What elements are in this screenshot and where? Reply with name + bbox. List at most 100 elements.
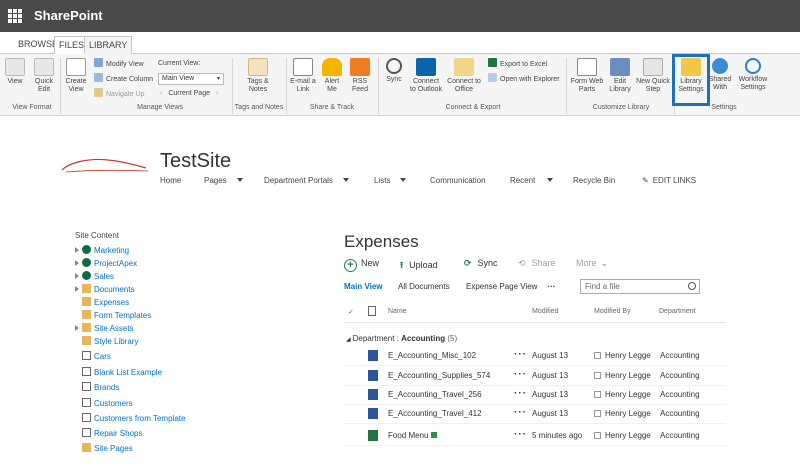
- leftnav-item-expenses[interactable]: Expenses: [82, 297, 129, 309]
- row-modified-by[interactable]: Henry Legge: [594, 409, 651, 418]
- find-file-search[interactable]: Find a file: [580, 279, 700, 294]
- nav-department-portals[interactable]: Department Portals: [264, 176, 349, 185]
- connect-outlook-button[interactable]: Connect to Outlook: [410, 58, 442, 94]
- column-modified[interactable]: Modified: [532, 308, 558, 315]
- more-command[interactable]: More ⌄: [576, 258, 608, 272]
- leftnav-item-site-pages[interactable]: Site Pages: [82, 443, 133, 455]
- list-icon: [82, 428, 91, 437]
- leftnav-item-marketing[interactable]: Marketing: [75, 245, 129, 257]
- nav-edit-links[interactable]: ✎ EDIT LINKS: [642, 176, 696, 185]
- current-page-pager[interactable]: ‹ Current Page ›: [160, 88, 218, 100]
- leftnav-item-projectapex[interactable]: ProjectApex: [75, 258, 137, 270]
- row-modified-by[interactable]: Henry Legge: [594, 431, 651, 440]
- expand-arrow-icon[interactable]: [75, 325, 79, 331]
- leftnav-item-documents[interactable]: Documents: [75, 284, 134, 296]
- tags-notes-button[interactable]: Tags & Notes: [244, 58, 272, 94]
- leftnav-item-site-assets[interactable]: Site Assets: [75, 323, 134, 335]
- sync-command[interactable]: ⟳ Sync: [464, 258, 498, 272]
- modify-view-button[interactable]: Modify View: [94, 58, 144, 70]
- new-quick-step-button[interactable]: New Quick Step: [636, 58, 670, 94]
- row-file-name[interactable]: E_Accounting_Travel_412: [388, 409, 482, 418]
- table-row[interactable]: E_Accounting_Supplies_574 ··· August 13 …: [344, 368, 726, 386]
- leftnav-item-customers-from-template[interactable]: Customers from Template: [82, 413, 185, 425]
- leftnav-item-blank-list-example[interactable]: Blank List Example: [82, 367, 162, 379]
- row-modified-by[interactable]: Henry Legge: [594, 371, 651, 380]
- new-command[interactable]: + New: [344, 258, 379, 272]
- create-view-button[interactable]: Create View: [64, 58, 88, 94]
- edit-library-button[interactable]: Edit Library: [606, 58, 634, 94]
- row-modified-by[interactable]: Henry Legge: [594, 351, 651, 360]
- expand-arrow-icon[interactable]: [75, 286, 79, 292]
- upload-command[interactable]: ⭱ Upload: [400, 258, 438, 272]
- column-department[interactable]: Department: [659, 308, 696, 315]
- list-title[interactable]: Expenses: [344, 232, 419, 252]
- navigate-up-button[interactable]: Navigate Up: [94, 88, 145, 100]
- sync-ribbon-button[interactable]: Sync: [382, 58, 406, 84]
- app-launcher-icon[interactable]: [8, 9, 22, 23]
- row-file-name[interactable]: E_Accounting_Travel_256: [388, 390, 482, 399]
- expand-arrow-icon[interactable]: [75, 247, 79, 253]
- ellipsis-icon[interactable]: ···: [514, 429, 527, 440]
- collapse-triangle-icon[interactable]: ◢: [346, 337, 351, 343]
- ellipsis-icon[interactable]: ···: [514, 349, 527, 360]
- group-header-accounting[interactable]: ◢ Department : Accounting (5): [346, 334, 457, 343]
- select-all-checkmark[interactable]: ✓: [348, 308, 354, 316]
- open-explorer-button[interactable]: Open with Explorer: [488, 73, 560, 85]
- table-row[interactable]: E_Accounting_Travel_412 ··· August 13 He…: [344, 406, 726, 424]
- form-web-parts-button[interactable]: Form Web Parts: [570, 58, 604, 94]
- chevron-left-icon: ‹: [160, 90, 163, 97]
- row-file-name[interactable]: E_Accounting_Supplies_574: [388, 371, 490, 380]
- file-type-icon[interactable]: [368, 306, 376, 318]
- leftnav-item-sales[interactable]: Sales: [75, 271, 114, 283]
- row-file-name[interactable]: Food Menu: [388, 431, 438, 440]
- search-icon[interactable]: [688, 282, 696, 290]
- table-row[interactable]: Food Menu ··· 5 minutes ago Henry Legge …: [344, 428, 726, 446]
- brand-title[interactable]: SharePoint: [34, 8, 103, 23]
- view-all-documents[interactable]: All Documents: [398, 282, 450, 294]
- connect-office-button[interactable]: Connect to Office: [446, 58, 482, 94]
- row-file-name[interactable]: E_Accounting_Misc_102: [388, 351, 476, 360]
- chevron-down-icon: [342, 178, 349, 182]
- leftnav-item-cars[interactable]: Cars: [82, 351, 111, 363]
- nav-communication[interactable]: Communication: [430, 176, 486, 185]
- nav-home[interactable]: Home: [160, 176, 181, 185]
- column-name[interactable]: Name: [388, 308, 407, 315]
- rss-feed-button[interactable]: RSS Feed: [348, 58, 372, 94]
- leftnav-item-form-templates[interactable]: Form Templates: [82, 310, 151, 322]
- alert-me-button[interactable]: Alert Me: [320, 58, 344, 94]
- leftnav-item-brands[interactable]: Brands: [82, 382, 119, 394]
- view-main-view[interactable]: Main View: [344, 282, 383, 294]
- leftnav-item-repair-shops[interactable]: Repair Shops: [82, 428, 142, 440]
- row-modified: August 13: [532, 351, 569, 360]
- leftnav-item-customers[interactable]: Customers: [82, 398, 133, 410]
- share-command[interactable]: ⟲ Share: [518, 258, 556, 272]
- nav-pages[interactable]: Pages: [204, 176, 243, 185]
- shared-with-button[interactable]: Shared With: [708, 58, 732, 92]
- ellipsis-icon[interactable]: ···: [547, 282, 555, 291]
- nav-lists[interactable]: Lists: [374, 176, 407, 185]
- table-row[interactable]: E_Accounting_Misc_102 ··· August 13 Henr…: [344, 348, 726, 366]
- nav-recycle-bin[interactable]: Recycle Bin: [573, 176, 615, 185]
- table-row[interactable]: E_Accounting_Travel_256 ··· August 13 He…: [344, 387, 726, 405]
- workflow-settings-button[interactable]: Workflow Settings: [736, 58, 770, 92]
- nav-recent[interactable]: Recent: [510, 176, 554, 185]
- new-item-icon: [431, 432, 438, 438]
- tab-library[interactable]: LIBRARY: [84, 36, 133, 54]
- quick-edit-button[interactable]: Quick Edit: [32, 58, 56, 94]
- create-column-button[interactable]: Create Column: [94, 73, 153, 85]
- site-content-heading[interactable]: Site Content: [75, 231, 119, 240]
- view-expense-page-view[interactable]: Expense Page View ···: [466, 282, 555, 294]
- row-modified-by[interactable]: Henry Legge: [594, 390, 651, 399]
- expand-arrow-icon[interactable]: [75, 273, 79, 279]
- ellipsis-icon[interactable]: ···: [514, 407, 527, 418]
- email-link-button[interactable]: E-mail a Link: [290, 58, 316, 94]
- column-modified-by[interactable]: Modified By: [594, 308, 631, 315]
- export-excel-button[interactable]: Export to Excel: [488, 58, 547, 70]
- site-title[interactable]: TestSite: [160, 150, 231, 173]
- expand-arrow-icon[interactable]: [75, 260, 79, 266]
- ellipsis-icon[interactable]: ···: [514, 388, 527, 399]
- ellipsis-icon[interactable]: ···: [514, 369, 527, 380]
- view-button[interactable]: View: [4, 58, 26, 86]
- leftnav-item-style-library[interactable]: Style Library: [82, 336, 138, 348]
- current-view-select[interactable]: Main View ▾: [158, 73, 224, 85]
